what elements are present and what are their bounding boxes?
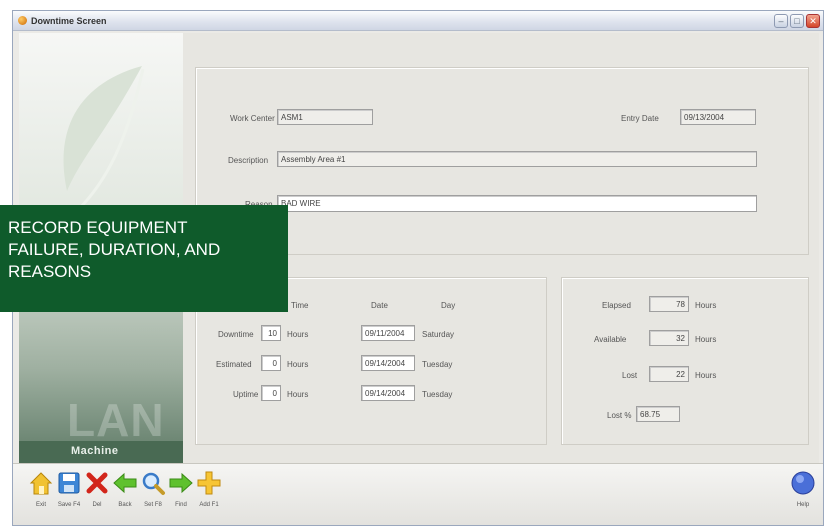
lost-pct-field: 68.75 [636,406,680,422]
magnifier-icon [142,472,165,495]
leaf-logo-icon [57,66,147,221]
title-bar: Downtime Screen – □ ✕ [13,11,823,31]
lost-label: Lost [622,371,638,380]
lan-logo-text: LAN [67,394,165,446]
available-label: Available [594,335,627,344]
col-date-header: Date [371,301,388,310]
estimated-hours-field[interactable]: 0 [261,355,281,371]
work-center-field[interactable]: ASM1 [277,109,373,125]
description-label: Description [228,156,269,165]
available-field: 32 [649,330,689,346]
elapsed-unit: Hours [695,301,717,310]
col-time-header: Time [291,301,309,310]
banner-line-1: RECORD EQUIPMENT [8,218,188,237]
downtime-day: Saturday [422,330,455,339]
estimated-day: Tuesday [422,360,453,369]
close-button[interactable]: ✕ [806,14,820,28]
lost-unit: Hours [695,371,717,380]
estimated-hours-unit: Hours [287,360,309,369]
entry-date-field[interactable]: 09/13/2004 [680,109,756,125]
estimated-label: Estimated [216,360,252,369]
home-icon [29,472,53,495]
toolbar: Exit Save F4 Del Back Set F8 Find Add F1 [13,463,823,525]
banner-line-3: REASONS [8,262,92,281]
uptime-hours-unit: Hours [287,390,309,399]
lost-field: 22 [649,366,689,382]
estimated-date-field[interactable]: 09/14/2004 [361,355,415,371]
window-title: Downtime Screen [31,16,107,26]
delete-icon [86,472,108,494]
downtime-date-field[interactable]: 09/11/2004 [361,325,415,341]
uptime-date-field[interactable]: 09/14/2004 [361,385,415,401]
description-field[interactable]: Assembly Area #1 [277,151,757,167]
lost-pct-label: Lost % [607,411,632,420]
uptime-day: Tuesday [422,390,453,399]
elapsed-label: Elapsed [602,301,631,310]
col-day-header: Day [441,301,456,310]
add-button[interactable]: Add F1 [193,470,225,508]
available-unit: Hours [695,335,717,344]
maximize-button[interactable]: □ [790,14,804,28]
banner-line-2: FAILURE, DURATION, AND [8,240,221,259]
uptime-hours-field[interactable]: 0 [261,385,281,401]
downtime-hours-unit: Hours [287,330,309,339]
uptime-label: Uptime [233,390,259,399]
work-center-label: Work Center [230,114,275,123]
plus-icon [197,471,221,495]
save-icon [58,472,80,494]
entry-date-label: Entry Date [621,114,659,123]
app-icon [18,16,27,25]
help-button[interactable]: Help [787,470,819,508]
feature-banner: RECORD EQUIPMENT FAILURE, DURATION, AND … [0,205,288,312]
downtime-hours-field[interactable]: 10 [261,325,281,341]
arrow-right-icon [169,472,193,494]
reason-field[interactable]: BAD WIRE [277,195,757,212]
arrow-left-icon [113,472,137,494]
downtime-label: Downtime [218,330,254,339]
help-icon [791,471,815,495]
sidebar-caption: Machine [19,441,183,463]
elapsed-field: 78 [649,296,689,312]
minimize-button[interactable]: – [774,14,788,28]
